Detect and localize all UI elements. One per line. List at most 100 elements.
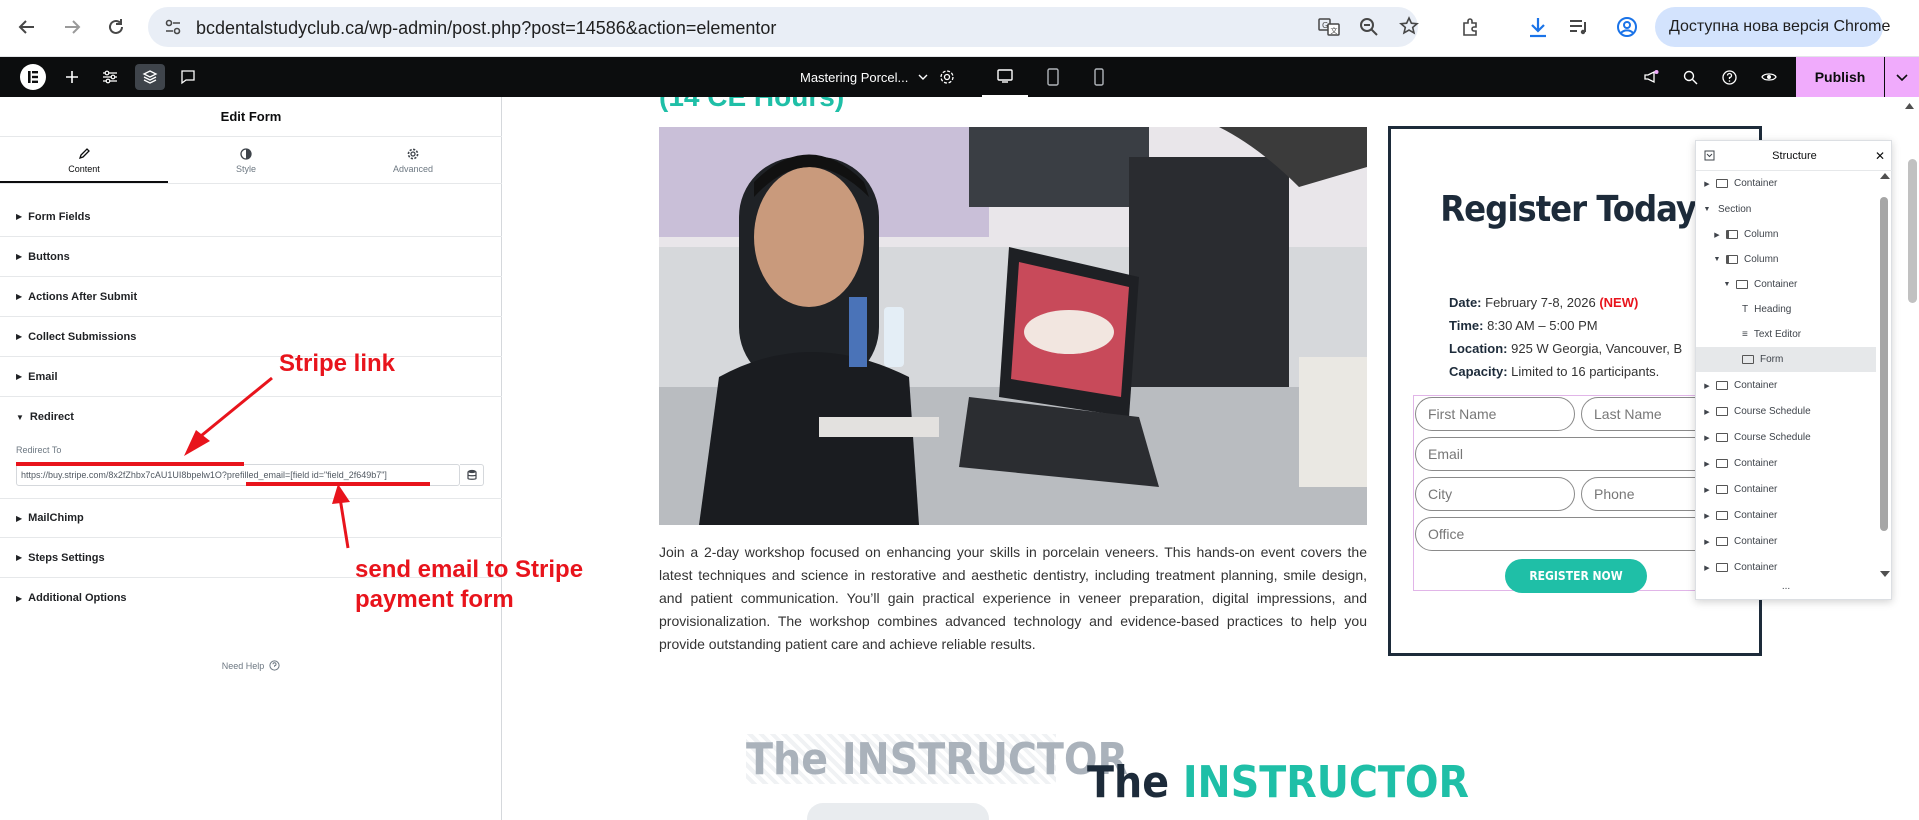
- structure-item[interactable]: ▶ Container: [1696, 451, 1876, 476]
- desktop-icon: [997, 69, 1013, 83]
- reload-button[interactable]: [99, 10, 133, 44]
- whats-new-button[interactable]: [1640, 57, 1662, 97]
- preview-button[interactable]: [1758, 57, 1780, 97]
- help-button[interactable]: [1718, 57, 1740, 97]
- caret-right-icon: ▶: [1704, 180, 1710, 188]
- workshop-photo[interactable]: [659, 127, 1367, 525]
- structure-item[interactable]: ▶ Container: [1696, 555, 1876, 580]
- structure-scrollbar-thumb[interactable]: [1880, 197, 1888, 531]
- workshop-description[interactable]: Join a 2-day workshop focused on enhanci…: [659, 541, 1367, 656]
- address-bar[interactable]: bcdentalstudyclub.ca/wp-admin/post.php?p…: [148, 7, 1419, 47]
- container-icon: [1716, 459, 1728, 468]
- section-email[interactable]: ▶ Email: [0, 357, 502, 397]
- time-value: 8:30 AM – 5:00 PM: [1487, 318, 1598, 333]
- course-hours-heading[interactable]: (14 CE Hours): [659, 97, 844, 113]
- structure-item[interactable]: ▶ Course Schedule: [1696, 399, 1876, 424]
- structure-item-label: Container: [1734, 536, 1778, 547]
- structure-item[interactable]: ▶ Container: [1696, 477, 1876, 502]
- desktop-view-button[interactable]: [982, 57, 1028, 97]
- structure-item[interactable]: ▼ Container: [1696, 272, 1876, 297]
- city-field[interactable]: City: [1415, 477, 1575, 511]
- structure-title: Structure: [1772, 149, 1817, 162]
- caret-right-icon: ▶: [1704, 382, 1710, 390]
- structure-item[interactable]: T Heading: [1696, 297, 1876, 322]
- close-icon[interactable]: ✕: [1875, 149, 1885, 163]
- search-button[interactable]: [1679, 57, 1701, 97]
- structure-item[interactable]: ▶ Container: [1696, 529, 1876, 554]
- elementor-logo-icon: [20, 64, 46, 90]
- publish-options-button[interactable]: [1885, 57, 1919, 97]
- dynamic-tags-button[interactable]: [460, 464, 484, 486]
- structure-item[interactable]: ▼ Section: [1696, 197, 1876, 222]
- eye-icon: [1761, 73, 1777, 81]
- section-collect-submissions[interactable]: ▶ Collect Submissions: [0, 317, 502, 357]
- section-buttons[interactable]: ▶ Buttons: [0, 237, 502, 277]
- profile-button[interactable]: [1610, 10, 1644, 44]
- site-info-icon[interactable]: [164, 18, 182, 41]
- collapse-structure-icon[interactable]: [1704, 150, 1715, 164]
- structure-item[interactable]: ≡ Text Editor: [1696, 322, 1876, 347]
- tab-content[interactable]: Content: [0, 141, 168, 181]
- tablet-view-button[interactable]: [1030, 57, 1076, 97]
- scroll-up-arrow-icon: [1905, 103, 1914, 109]
- arrow-right-icon: [65, 20, 81, 34]
- structure-item-label: Course Schedule: [1734, 406, 1811, 417]
- media-controls-button[interactable]: [1561, 10, 1595, 44]
- add-element-button[interactable]: [62, 57, 82, 97]
- redirect-url-input[interactable]: https://buy.stripe.com/8x2fZhbx7cAU1UI8b…: [16, 464, 460, 486]
- caret-right-icon: ▶: [16, 553, 23, 562]
- section-label: Actions After Submit: [28, 290, 138, 303]
- page-settings-button[interactable]: [937, 57, 957, 97]
- tab-style[interactable]: Style: [162, 141, 330, 181]
- caret-right-icon: ▶: [16, 292, 23, 301]
- mobile-view-button[interactable]: [1076, 57, 1122, 97]
- structure-item[interactable]: ▶ Column: [1696, 222, 1876, 247]
- section-label: Form Fields: [28, 210, 91, 223]
- zoom-icon[interactable]: [1359, 17, 1379, 42]
- register-now-button[interactable]: REGISTER NOW: [1505, 559, 1647, 593]
- structure-toggle-button[interactable]: [135, 64, 165, 90]
- structure-header: Structure ✕: [1696, 141, 1893, 171]
- publish-button[interactable]: Publish: [1796, 57, 1884, 97]
- need-help-link[interactable]: Need Help: [0, 660, 502, 671]
- structure-item[interactable]: ▼ Column: [1696, 247, 1876, 272]
- structure-resize-handle[interactable]: ...: [1696, 581, 1876, 592]
- date-line: Date: February 7-8, 2026 (NEW): [1449, 295, 1638, 310]
- chrome-update-button[interactable]: Доступна нова версія Chrome: [1655, 7, 1890, 47]
- location-label: Location:: [1449, 341, 1508, 356]
- document-settings-dropdown[interactable]: Mastering Porcel...: [800, 57, 928, 97]
- url-text[interactable]: bcdentalstudyclub.ca/wp-admin/post.php?p…: [196, 18, 776, 39]
- downloads-button[interactable]: [1521, 10, 1555, 44]
- extensions-button[interactable]: [1454, 10, 1488, 44]
- structure-item[interactable]: ▶ Course Schedule: [1696, 425, 1876, 450]
- send-email-annotation-line1: send email to Stripe: [355, 556, 584, 583]
- gear-icon: [407, 148, 419, 160]
- site-settings-button[interactable]: [100, 57, 120, 97]
- caret-down-icon: ▼: [1723, 281, 1731, 288]
- scroll-down-arrow-icon: [1880, 571, 1890, 577]
- bookmark-star-icon[interactable]: [1399, 16, 1419, 41]
- first-name-field[interactable]: First Name: [1415, 397, 1575, 431]
- caret-right-icon: ▶: [16, 593, 23, 603]
- notes-button[interactable]: [178, 57, 198, 97]
- puzzle-icon: [1463, 18, 1477, 36]
- structure-item[interactable]: ▶ Container: [1696, 503, 1876, 528]
- back-button[interactable]: [10, 10, 44, 44]
- forward-button[interactable]: [55, 10, 89, 44]
- section-redirect[interactable]: ▼ Redirect: [0, 397, 502, 437]
- elementor-logo-button[interactable]: [18, 57, 48, 97]
- translate-icon[interactable]: G文: [1318, 17, 1340, 42]
- structure-item-selected[interactable]: Form: [1696, 347, 1876, 372]
- time-label: Time:: [1449, 318, 1484, 333]
- section-form-fields[interactable]: ▶ Form Fields: [0, 197, 502, 237]
- section-label: Buttons: [28, 250, 70, 263]
- canvas-scrollbar-thumb[interactable]: [1908, 159, 1917, 303]
- section-mailchimp[interactable]: ▶ MailChimp: [0, 498, 502, 538]
- structure-item[interactable]: ▶ Container: [1696, 171, 1876, 196]
- section-actions-after-submit[interactable]: ▶ Actions After Submit: [0, 277, 502, 317]
- tab-advanced[interactable]: Advanced: [329, 141, 497, 181]
- container-icon: [1716, 485, 1728, 494]
- structure-item[interactable]: ▶ Container: [1696, 373, 1876, 398]
- instructor-heading[interactable]: The INSTRUCTOR: [1087, 757, 1469, 808]
- svg-text:文: 文: [1331, 26, 1338, 35]
